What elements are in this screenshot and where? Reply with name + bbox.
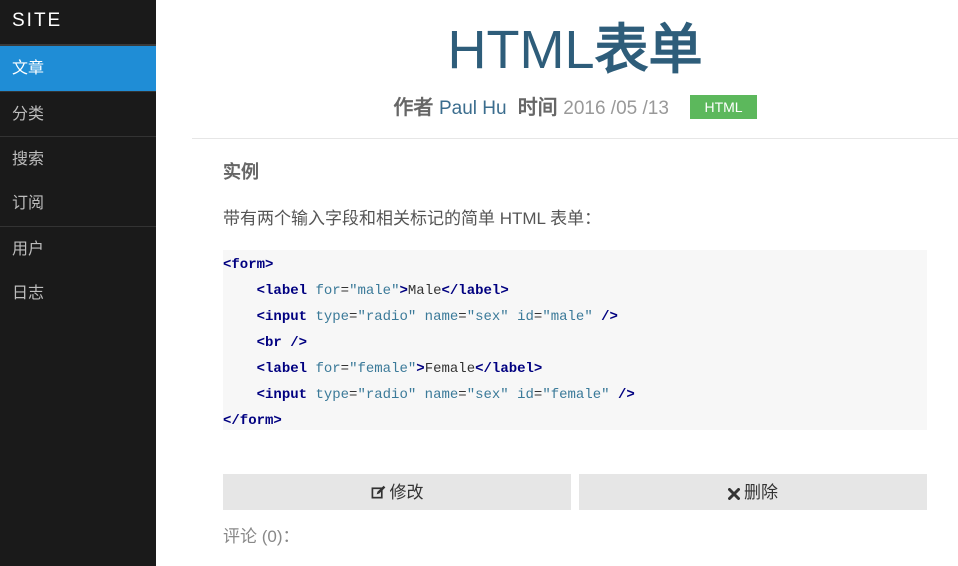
code-line: <label for="female">Female</label>: [256, 361, 543, 377]
code-line: <input type="radio" name="sex" id="male"…: [256, 309, 618, 325]
delete-label: 删除: [744, 483, 778, 502]
sidebar-item-logs[interactable]: 日志: [0, 271, 156, 316]
description: 带有两个输入字段和相关标记的简单 HTML 表单：: [223, 209, 602, 228]
tag-badge[interactable]: HTML: [690, 95, 757, 119]
code-line: <form>: [223, 257, 274, 273]
edit-label: 修改: [389, 483, 424, 502]
sidebar-item-search[interactable]: 搜索: [0, 136, 156, 181]
sidebar: SITE 文章 分类 搜索 订阅 用户 日志: [0, 0, 156, 566]
author-label: 作者: [393, 97, 434, 119]
edit-icon: [371, 477, 386, 513]
post-header: HTML表单 作者 Paul Hu 时间 2016 /05 /13 HTML: [192, 0, 958, 139]
post-date: 2016 /05 /13: [563, 98, 669, 119]
time-label: 时间: [517, 97, 558, 119]
page-title-cjk: 表单: [594, 20, 703, 80]
code-line: <br />: [256, 335, 308, 351]
edit-button[interactable]: 修改: [223, 474, 571, 510]
code-line: </form>: [223, 413, 282, 429]
code-block: <form> <label for="male">Male</label> <i…: [223, 250, 927, 430]
author-link[interactable]: Paul Hu: [439, 98, 507, 119]
site-brand[interactable]: SITE: [0, 0, 156, 46]
sidebar-item-users[interactable]: 用户: [0, 226, 156, 271]
sidebar-item-articles[interactable]: 文章: [0, 46, 156, 91]
comments-count: 评论 (0)：: [223, 527, 300, 546]
code-line: <label for="male">Male</label>: [256, 283, 509, 299]
page-title-latin: HTML: [447, 20, 595, 80]
section-title: 实例: [223, 162, 259, 182]
close-icon: [728, 477, 740, 513]
post-meta: 作者 Paul Hu 时间 2016 /05 /13 HTML: [192, 94, 958, 123]
delete-button[interactable]: 删除: [579, 474, 927, 510]
sidebar-item-categories[interactable]: 分类: [0, 91, 156, 136]
page-title: HTML表单: [192, 18, 958, 82]
code-line: <input type="radio" name="sex" id="femal…: [256, 387, 635, 403]
main-content: HTML表单 作者 Paul Hu 时间 2016 /05 /13 HTML 实…: [156, 0, 958, 566]
sidebar-item-subscribe[interactable]: 订阅: [0, 181, 156, 226]
